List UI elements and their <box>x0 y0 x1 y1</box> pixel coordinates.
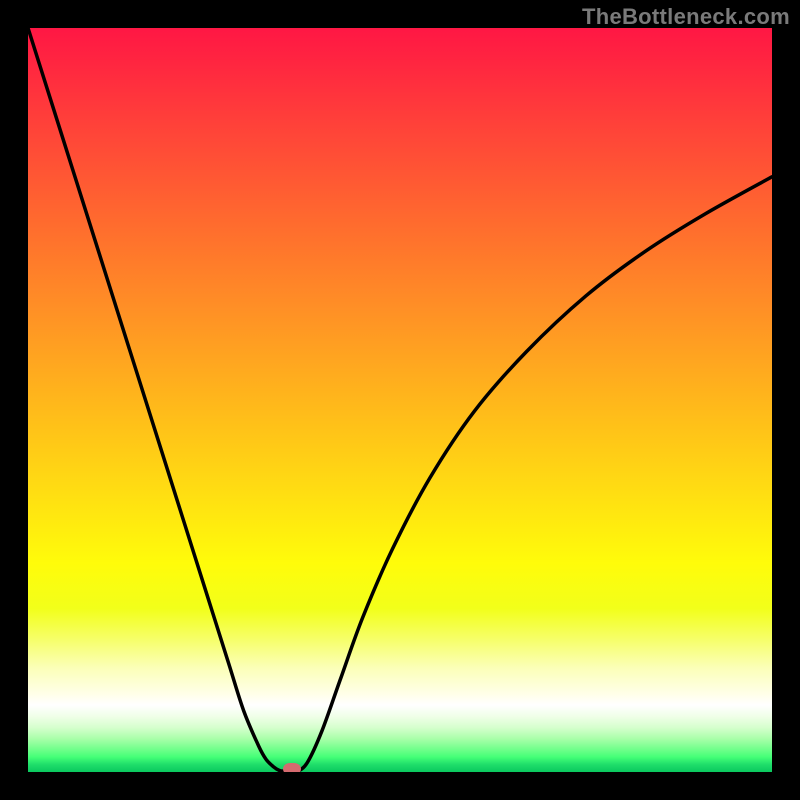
watermark-text: TheBottleneck.com <box>582 4 790 30</box>
plot-area <box>28 28 772 772</box>
curve-path <box>28 28 772 772</box>
bottleneck-curve <box>28 28 772 772</box>
chart-frame: TheBottleneck.com <box>0 0 800 800</box>
minimum-marker <box>283 763 301 772</box>
